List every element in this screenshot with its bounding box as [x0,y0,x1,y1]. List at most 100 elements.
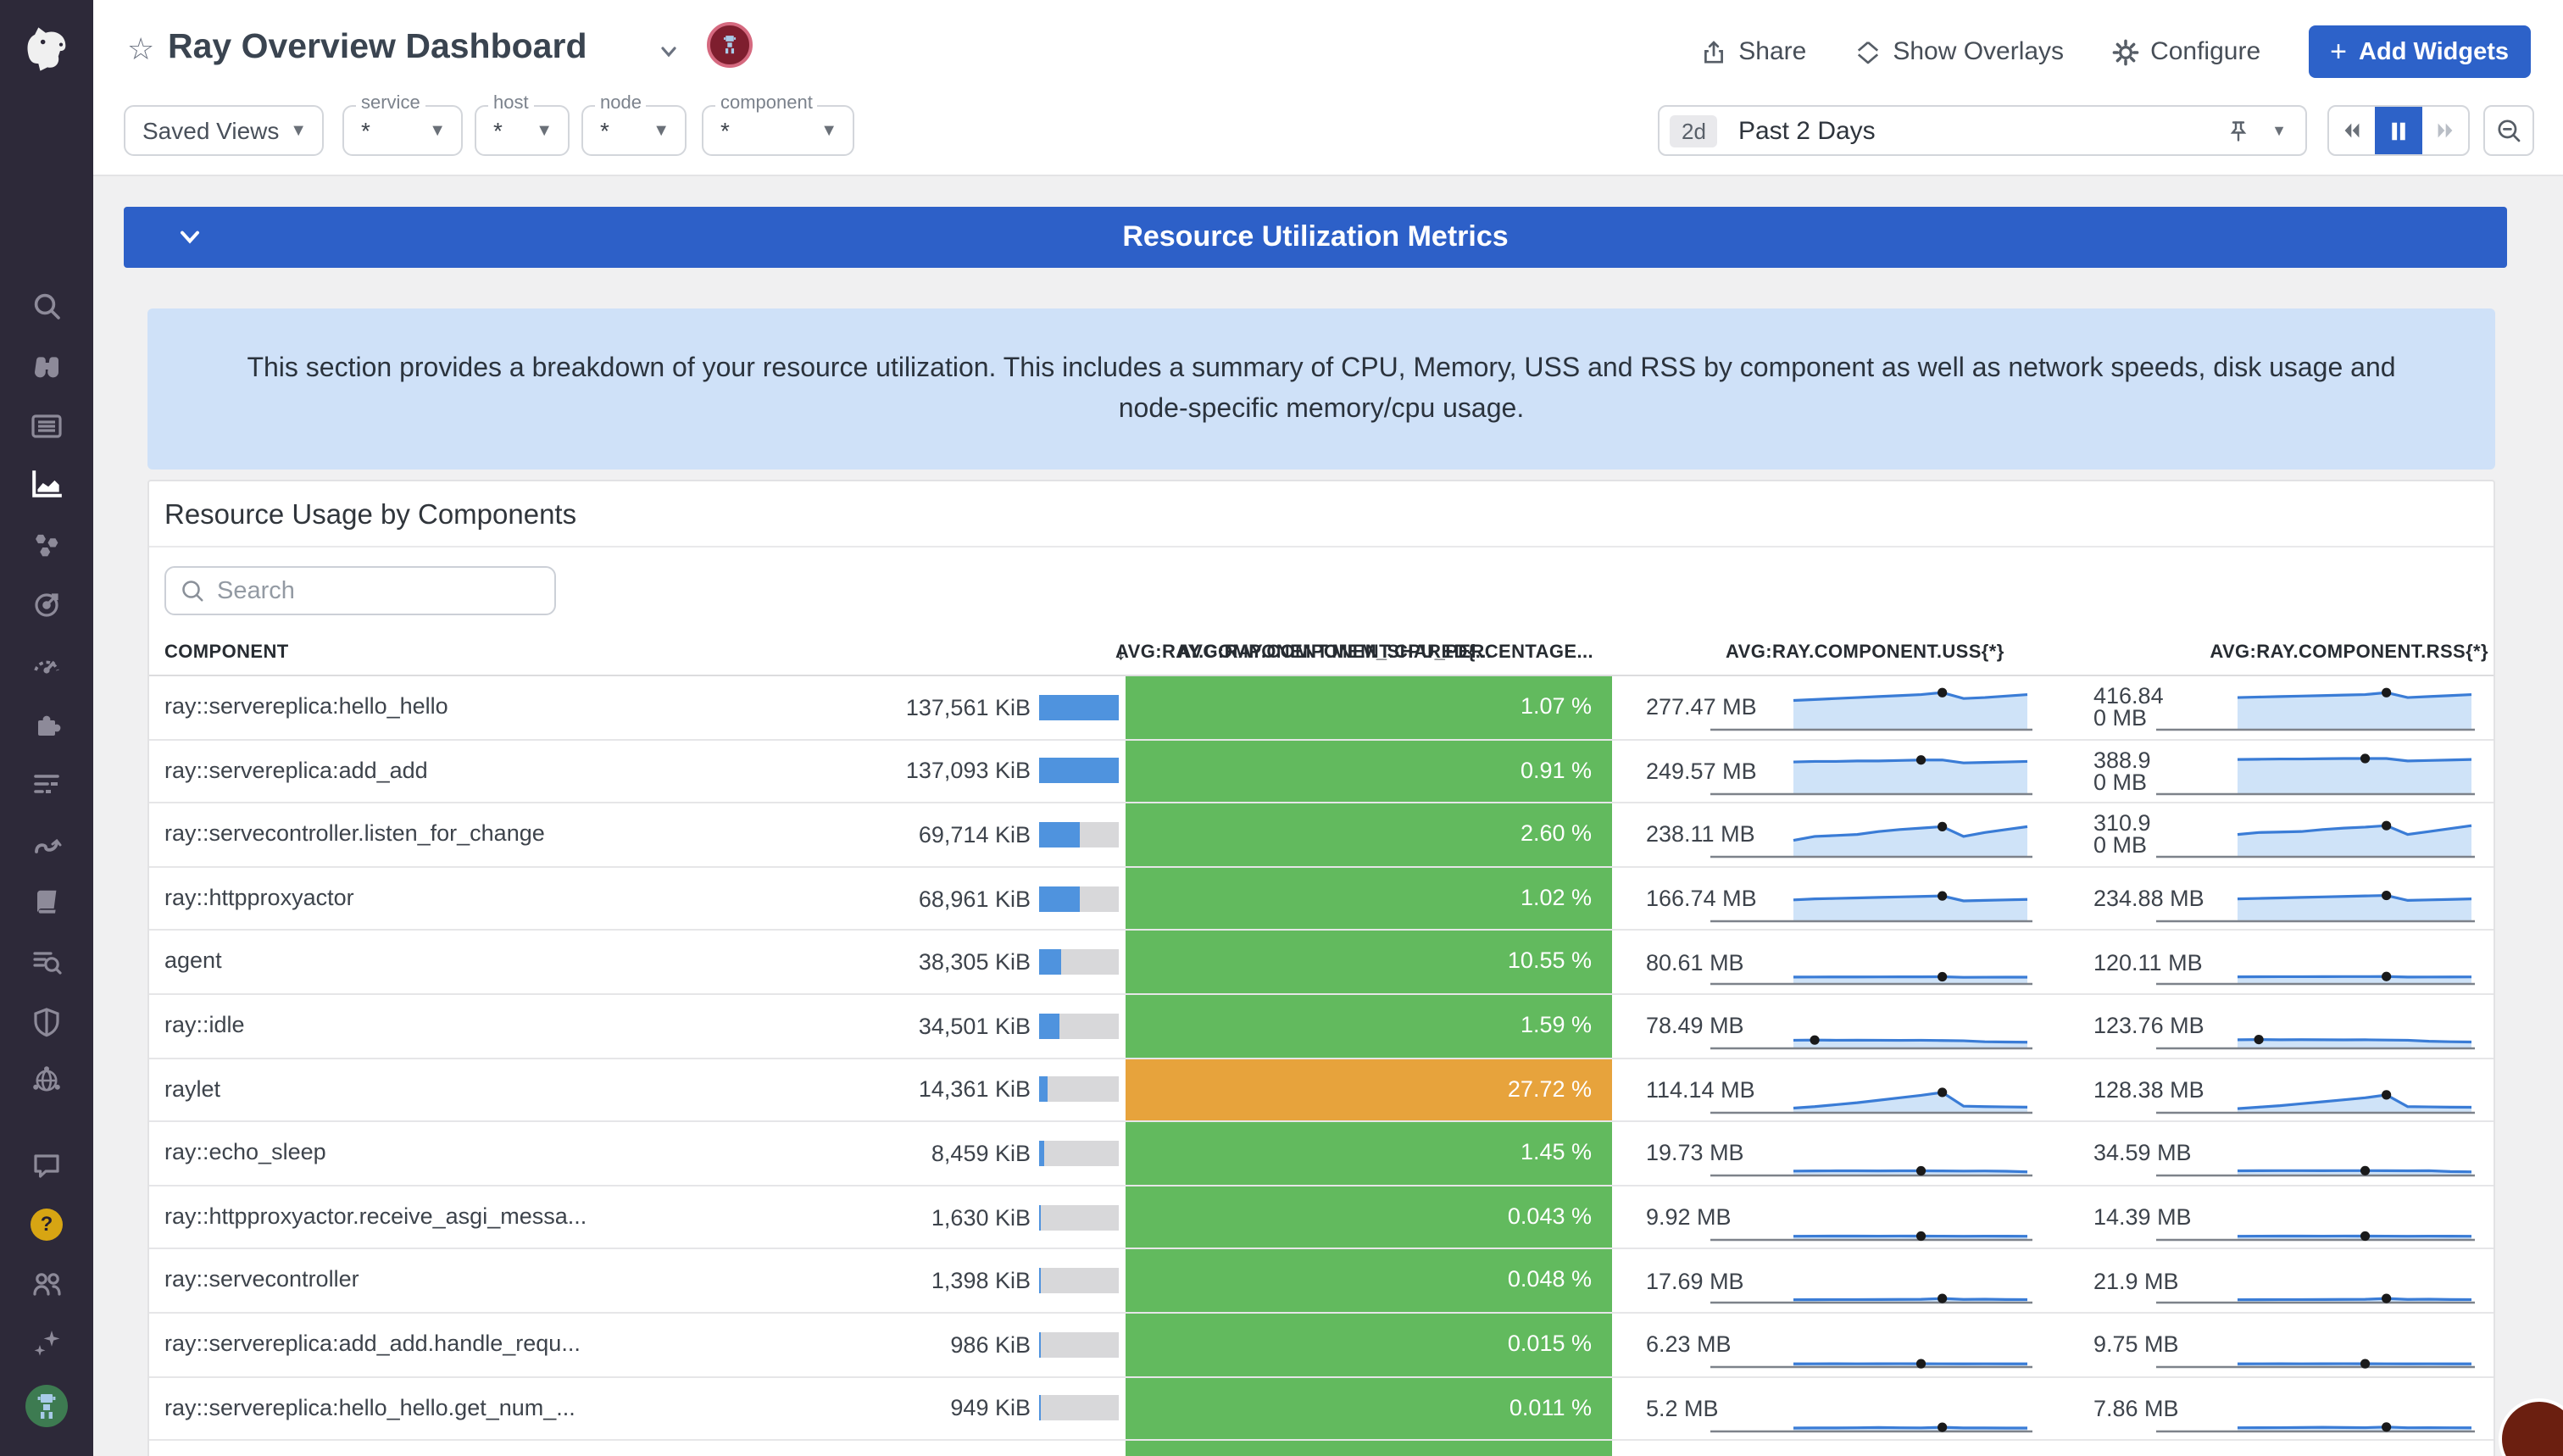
integrations-puzzle-icon[interactable] [0,698,93,749]
cpu-percentage-cell: 0.048 % [1126,1250,1612,1312]
show-overlays-button[interactable]: Show Overlays [1854,37,2064,66]
saved-views-dropdown[interactable]: Saved Views ▼ [124,105,324,156]
metrics-icon[interactable] [0,458,93,508]
cpu-percentage-cell: 1.59 % [1126,995,1612,1057]
ci-pipelines-icon[interactable] [0,817,93,868]
ai-sparkles-icon[interactable] [0,1317,93,1368]
uss-cell: 277.47 MB [1612,676,2073,738]
rss-cell: 123.76 MB [2073,995,2497,1057]
datadog-logo-icon[interactable] [0,10,93,88]
pin-icon[interactable] [2226,118,2251,143]
search-icon[interactable] [0,280,93,331]
filter-service[interactable]: service * ▼ [342,105,463,156]
rss-value: 388.9 0 MB [2093,749,2151,793]
chevron-down-icon: ▼ [653,121,685,140]
organization-users-icon[interactable] [0,1258,93,1309]
title-chevron-down-icon[interactable] [658,41,680,71]
mem-bar-fill [1039,1396,1040,1421]
forward-button[interactable] [2421,107,2468,154]
top-actions: Share Show Overlays Configure + Add Widg… [1699,25,2531,78]
uss-sparkline [1710,676,2032,738]
uss-value: 17.69 MB [1646,1270,1744,1292]
mem-bar [1039,1204,1119,1230]
table-row: ray::servecontroller 1,398 KiB 0.048 % 1… [149,1250,2494,1314]
rss-cell: 14.39 MB [2073,1186,2497,1248]
pause-button[interactable] [2376,107,2422,154]
column-rss[interactable]: AVG:RAY.COMPONENT.RSS{*} [2210,631,2488,675]
share-button[interactable]: Share [1699,37,1806,66]
rss-sparkline [2156,676,2475,738]
uss-sparkline [1710,1186,2032,1248]
favorite-star-icon[interactable]: ☆ [127,32,154,68]
column-uss[interactable]: AVG:RAY.COMPONENT.USS{*} [1726,631,2004,675]
mem-shared-cell: 137,093 KiB [887,740,1126,802]
add-widgets-button[interactable]: + Add Widgets [2308,25,2531,78]
section-header[interactable]: Resource Utilization Metrics [124,207,2507,268]
filter-node[interactable]: node * ▼ [581,105,687,156]
component-cell: ray::servecontroller.listen_for_change [149,803,887,865]
mem-bar-fill [1039,1268,1040,1293]
network-globe-icon[interactable] [0,1054,93,1105]
zoom-out-button[interactable] [2483,105,2534,156]
chevron-down-icon[interactable]: ▼ [2271,122,2287,139]
mem-bar-fill [1039,949,1061,975]
rss-cell: 34.59 MB [2073,1122,2497,1184]
mem-shared-cell: 69,714 KiB [887,803,1126,865]
uss-sparkline [1710,1059,2032,1120]
share-label: Share [1738,37,1806,66]
collapse-chevron-icon[interactable] [175,222,205,261]
time-playback-controls [2327,105,2470,156]
notebooks-icon[interactable] [0,875,93,925]
uss-sparkline [1710,1250,2032,1312]
feedback-chat-icon[interactable] [0,1139,93,1190]
table-search [164,566,556,615]
component-cell: ray::servereplica:hello_hello [149,676,887,738]
mem-value: 1,398 KiB [931,1268,1031,1293]
mem-value: 1,630 KiB [931,1204,1031,1230]
uss-cell: 114.14 MB [1612,1059,2073,1120]
column-cpu-percentage[interactable]: AVG:RAY.COMPONENT.CPU_PERCENTAGE... [1178,631,1593,675]
sidebar: ? [0,0,93,1456]
table-row: ray::idle 34,501 KiB 1.59 % 78.49 MB 123… [149,995,2494,1059]
cpu-percentage-cell: 0.043 % [1126,1186,1612,1248]
help-icon[interactable]: ? [0,1198,93,1249]
uss-value: 6.23 MB [1646,1333,1732,1355]
uss-value: 19.73 MB [1646,1142,1744,1164]
page-title: Ray Overview Dashboard [168,27,587,68]
filter-component[interactable]: component * ▼ [702,105,854,156]
mem-shared-cell: 1,630 KiB [887,1186,1126,1248]
plus-icon: + [2330,35,2347,69]
uss-value: 238.11 MB [1646,824,1755,846]
filter-host[interactable]: host * ▼ [475,105,570,156]
security-shield-icon[interactable] [0,995,93,1046]
user-avatar[interactable] [0,1380,93,1431]
uss-cell: 6.06 MB [1612,1441,2073,1456]
dashboard-avatar[interactable] [707,22,753,68]
mem-value: 986 KiB [950,1331,1031,1357]
apm-icon[interactable] [0,578,93,629]
dashboards-icon[interactable] [0,400,93,451]
column-component[interactable]: COMPONENT [164,631,289,675]
rss-cell: 120.11 MB [2073,931,2497,993]
uss-value: 249.57 MB [1646,760,1757,782]
rss-sparkline [2156,1186,2475,1248]
add-widgets-label: Add Widgets [2359,38,2509,65]
component-cell: ray::servereplica:hello_hello.get_num_..… [149,1377,887,1439]
mem-bar-fill [1039,1141,1044,1166]
mem-value: 38,305 KiB [919,949,1031,975]
mem-bar-fill [1039,759,1119,784]
infrastructure-icon[interactable] [0,519,93,570]
rewind-button[interactable] [2329,107,2376,154]
configure-button[interactable]: Configure [2111,37,2260,66]
mem-value: 34,501 KiB [919,1014,1031,1039]
log-pipelines-icon[interactable] [0,758,93,809]
rss-value: 128.38 MB [2093,1079,2204,1101]
gauge-icon[interactable] [0,637,93,688]
saved-views-label: Saved Views [125,117,279,144]
log-explorer-icon[interactable] [0,936,93,986]
watchdog-binoculars-icon[interactable] [0,341,93,392]
component-cell: ray::httpproxyactor [149,868,887,930]
time-range-picker[interactable]: 2d Past 2 Days ▼ [1658,105,2307,156]
search-input[interactable] [164,566,556,615]
mem-bar [1039,1396,1119,1421]
